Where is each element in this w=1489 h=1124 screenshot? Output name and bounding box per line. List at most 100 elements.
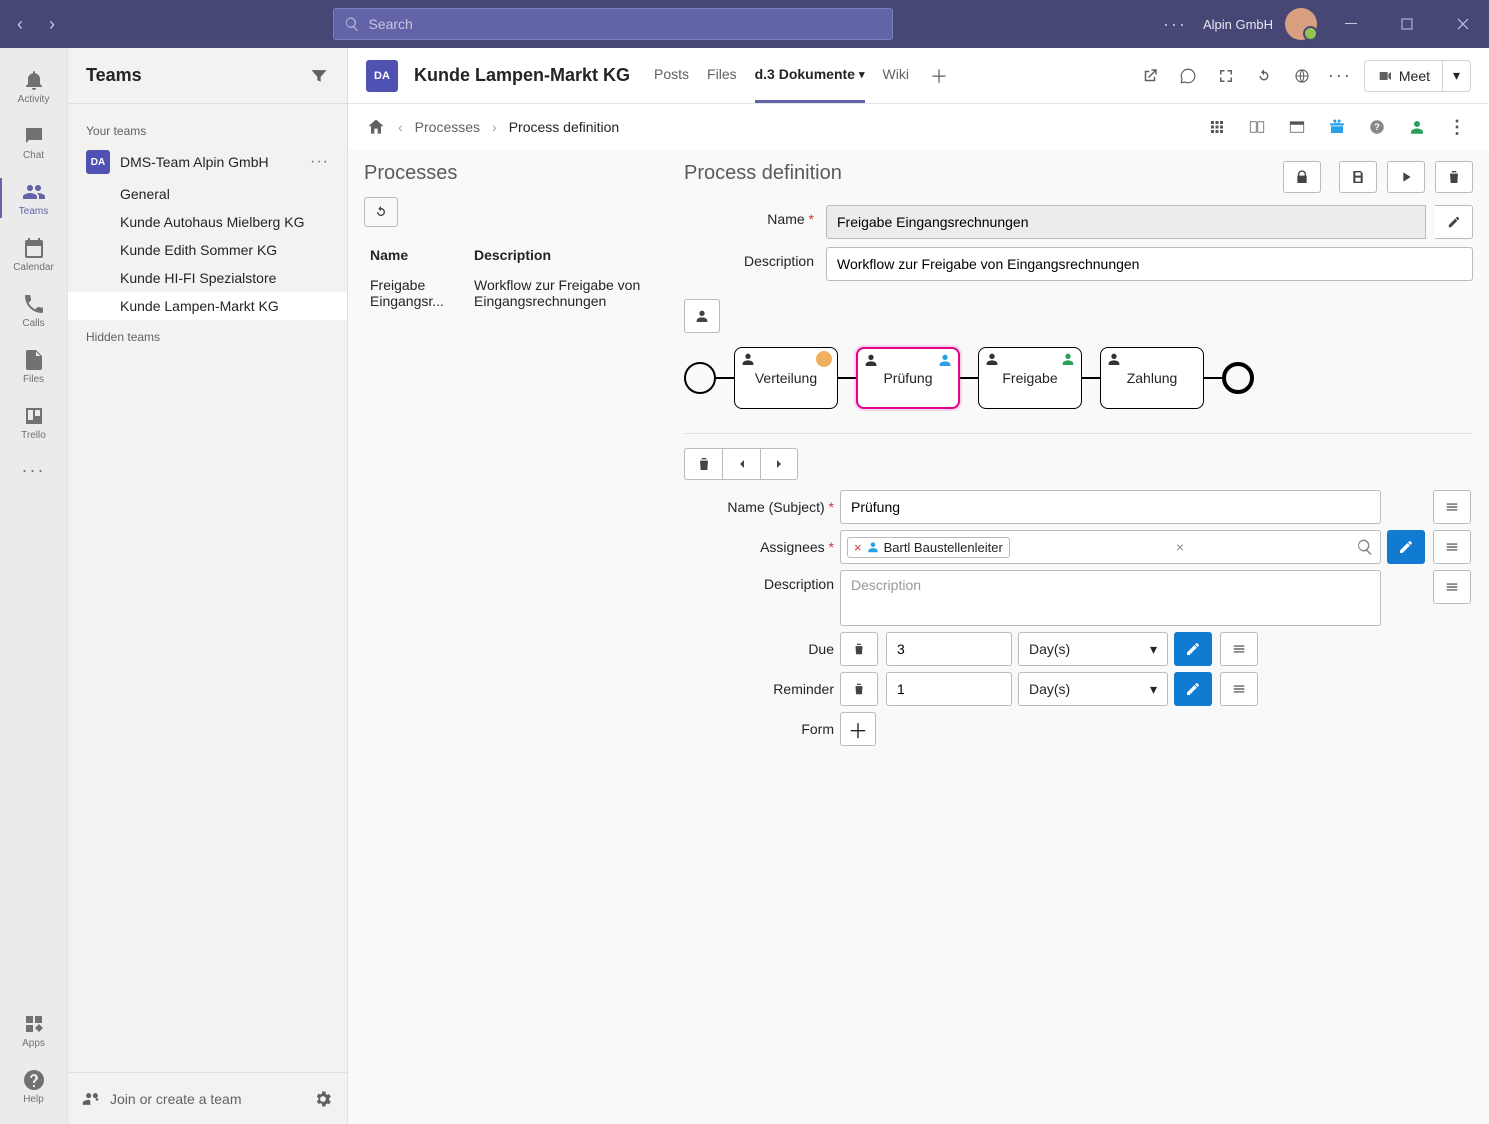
select-due-unit[interactable]: Day(s)▾	[1018, 632, 1168, 666]
global-search-input[interactable]	[368, 16, 882, 32]
label-step-desc: Description	[684, 570, 834, 592]
assignees-box[interactable]: × Bartl Baustellenleiter ×	[840, 530, 1381, 564]
split-icon[interactable]	[1243, 113, 1271, 141]
lock-button[interactable]	[1283, 161, 1321, 193]
global-search[interactable]	[333, 8, 893, 40]
help-icon[interactable]: ?	[1363, 113, 1391, 141]
assignees-menu[interactable]	[1433, 530, 1471, 564]
rail-files[interactable]: Files	[0, 338, 68, 394]
crumb-definition[interactable]: Process definition	[509, 119, 620, 135]
rail-activity[interactable]: Activity	[0, 58, 68, 114]
filter-icon[interactable]	[309, 66, 329, 86]
step-delete[interactable]	[684, 448, 722, 480]
input-name[interactable]	[826, 205, 1426, 239]
rail-trello[interactable]: Trello	[0, 394, 68, 450]
due-clear[interactable]	[840, 632, 878, 666]
tab-files[interactable]: Files	[707, 48, 737, 103]
wf-step-freigabe[interactable]: Freigabe	[978, 347, 1082, 409]
search-icon[interactable]	[1356, 538, 1374, 556]
input-reminder[interactable]	[886, 672, 1012, 706]
rail-calendar[interactable]: Calendar	[0, 226, 68, 282]
subject-menu[interactable]	[1433, 490, 1471, 524]
rail-calls[interactable]: Calls	[0, 282, 68, 338]
channel-item[interactable]: Kunde Edith Sommer KG	[68, 236, 347, 264]
edit-name[interactable]	[1435, 205, 1473, 239]
d3-more[interactable]: ⋮	[1443, 113, 1471, 141]
assignee-chip[interactable]: × Bartl Baustellenleiter	[847, 537, 1010, 558]
chat-icon[interactable]	[1174, 62, 1202, 90]
step-next[interactable]	[760, 448, 798, 480]
assignees-edit[interactable]	[1387, 530, 1425, 564]
expand-icon[interactable]	[1212, 62, 1240, 90]
grid-icon[interactable]	[1203, 113, 1231, 141]
label-name: Name	[684, 205, 814, 227]
gift-icon[interactable]	[1323, 113, 1351, 141]
tab-d3[interactable]: d.3 Dokumente▾	[755, 48, 865, 103]
section-hidden-teams[interactable]: Hidden teams	[68, 320, 347, 350]
form-add[interactable]: ＋	[840, 712, 876, 746]
org-label[interactable]: Alpin GmbH	[1203, 17, 1273, 32]
wf-step-verteilung[interactable]: Verteilung	[734, 347, 838, 409]
home-icon[interactable]	[366, 117, 386, 137]
save-button[interactable]	[1339, 161, 1377, 193]
process-row[interactable]: Freigabe Eingangsr... Workflow zur Freig…	[364, 267, 664, 319]
rail-more[interactable]: ···	[22, 450, 46, 490]
tab-posts[interactable]: Posts	[654, 48, 689, 103]
reminder-menu[interactable]	[1220, 672, 1258, 706]
channel-item[interactable]: Kunde Autohaus Mielberg KG	[68, 208, 347, 236]
reminder-edit[interactable]	[1174, 672, 1212, 706]
wf-start[interactable]	[684, 362, 716, 394]
avatar-icon	[816, 351, 832, 367]
window-minimize[interactable]	[1329, 0, 1373, 48]
meet-button[interactable]: Meet	[1364, 60, 1443, 92]
channel-item[interactable]: Kunde HI-FI Spezialstore	[68, 264, 347, 292]
refresh-icon[interactable]	[1250, 62, 1278, 90]
wf-step-pruefung[interactable]: Prüfung	[856, 347, 960, 409]
channel-item[interactable]: General	[68, 180, 347, 208]
nav-back[interactable]: ‹	[4, 8, 36, 40]
textarea-step-desc[interactable]: Description	[840, 570, 1381, 626]
chevron-left-icon[interactable]: ‹	[398, 119, 403, 135]
due-edit[interactable]	[1174, 632, 1212, 666]
desc-menu[interactable]	[1433, 570, 1471, 604]
add-participant[interactable]	[684, 299, 720, 333]
clear-icon[interactable]: ×	[1176, 539, 1190, 555]
step-prev[interactable]	[722, 448, 760, 480]
globe-icon[interactable]	[1288, 62, 1316, 90]
reminder-clear[interactable]	[840, 672, 878, 706]
wf-step-zahlung[interactable]: Zahlung	[1100, 347, 1204, 409]
rail-help[interactable]: Help	[0, 1058, 68, 1114]
input-desc[interactable]	[826, 247, 1473, 281]
select-reminder-unit[interactable]: Day(s)▾	[1018, 672, 1168, 706]
user-avatar[interactable]	[1285, 8, 1317, 40]
channel-item-selected[interactable]: Kunde Lampen-Markt KG	[68, 292, 347, 320]
team-item[interactable]: DA DMS-Team Alpin GmbH ···	[68, 144, 347, 180]
tab-add[interactable]: ＋	[927, 64, 951, 88]
chan-more[interactable]: ···	[1326, 62, 1354, 90]
rail-teams[interactable]: Teams	[0, 170, 68, 226]
window-close[interactable]	[1441, 0, 1485, 48]
titlebar-more[interactable]: ···	[1159, 14, 1191, 35]
due-menu[interactable]	[1220, 632, 1258, 666]
input-due[interactable]	[886, 632, 1012, 666]
window-maximize[interactable]	[1385, 0, 1429, 48]
refresh-button[interactable]	[364, 197, 398, 227]
person-icon[interactable]	[1403, 113, 1431, 141]
meet-dropdown[interactable]: ▾	[1443, 60, 1471, 92]
panel-icon[interactable]	[1283, 113, 1311, 141]
rail-chat[interactable]: Chat	[0, 114, 68, 170]
delete-button[interactable]	[1435, 161, 1473, 193]
rail-apps[interactable]: Apps	[0, 1002, 68, 1058]
definition-title: Process definition	[684, 162, 1273, 185]
tab-wiki[interactable]: Wiki	[883, 48, 909, 103]
popout-icon[interactable]	[1136, 62, 1164, 90]
run-button[interactable]	[1387, 161, 1425, 193]
nav-forward[interactable]: ›	[36, 8, 68, 40]
chip-remove[interactable]: ×	[854, 540, 862, 555]
join-or-create[interactable]: Join or create a team	[82, 1089, 303, 1109]
crumb-processes[interactable]: Processes	[415, 119, 480, 135]
team-more[interactable]: ···	[310, 153, 329, 171]
wf-end[interactable]	[1222, 362, 1254, 394]
gear-icon[interactable]	[313, 1089, 333, 1109]
input-subject[interactable]	[840, 490, 1381, 524]
